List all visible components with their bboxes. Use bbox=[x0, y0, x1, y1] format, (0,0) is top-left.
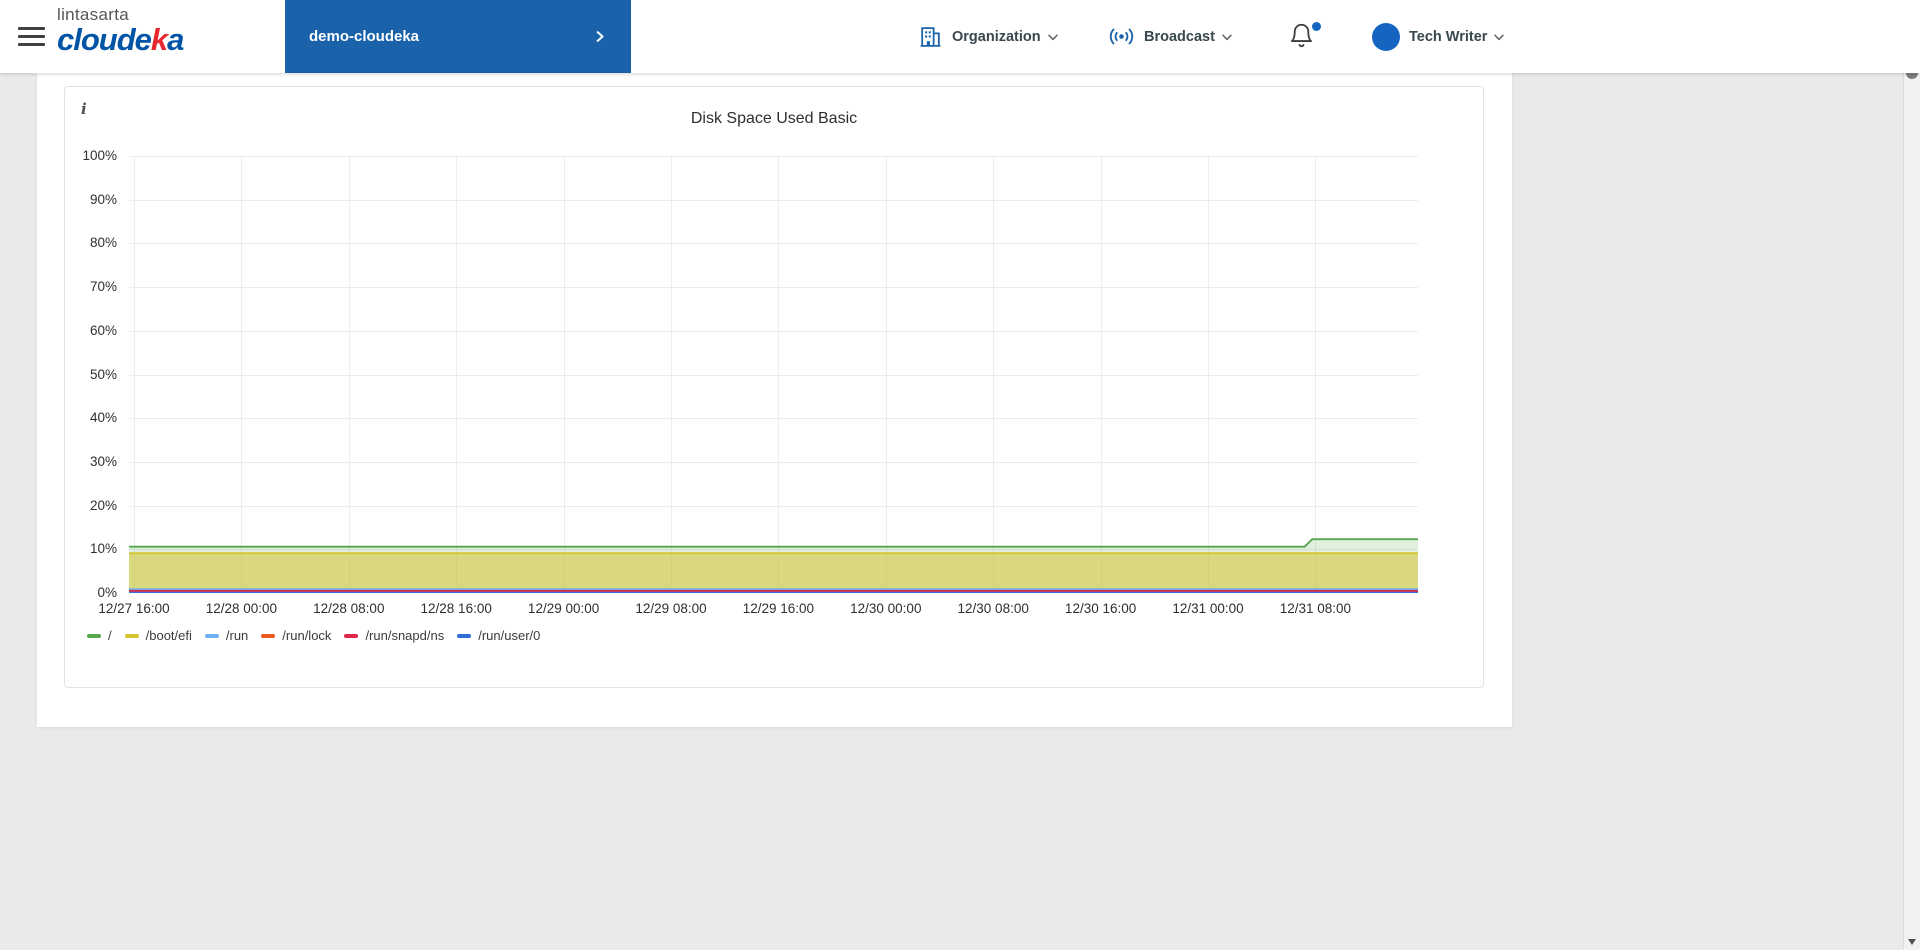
x-tick-label: 12/31 00:00 bbox=[1172, 601, 1243, 616]
notification-dot bbox=[1312, 22, 1321, 31]
legend-label: /run/snapd/ns bbox=[365, 628, 444, 643]
organization-menu[interactable]: Organization bbox=[918, 0, 1060, 73]
scrollbar[interactable] bbox=[1903, 0, 1920, 950]
series-line-/ bbox=[129, 539, 1418, 547]
legend-item-/[interactable]: / bbox=[87, 628, 112, 643]
y-tick-label: 100% bbox=[65, 148, 117, 163]
legend-label: /boot/efi bbox=[146, 628, 192, 643]
y-tick-label: 0% bbox=[65, 585, 117, 600]
legend-swatch bbox=[261, 634, 275, 638]
x-axis: 12/27 16:0012/28 00:0012/28 08:0012/28 1… bbox=[129, 601, 1418, 621]
legend-swatch bbox=[344, 634, 358, 638]
legend-label: /run/lock bbox=[282, 628, 331, 643]
y-tick-label: 30% bbox=[65, 454, 117, 469]
legend-swatch bbox=[205, 634, 219, 638]
bell-icon bbox=[1288, 22, 1315, 50]
legend-item-/boot/efi[interactable]: /boot/efi bbox=[125, 628, 192, 643]
chart-svg bbox=[129, 156, 1418, 593]
broadcast-icon bbox=[1108, 24, 1135, 49]
chevron-down-icon bbox=[1046, 30, 1060, 44]
notifications-button[interactable] bbox=[1288, 22, 1324, 52]
chart-title: Disk Space Used Basic bbox=[65, 110, 1483, 128]
x-tick-label: 12/29 16:00 bbox=[743, 601, 814, 616]
x-tick-label: 12/30 16:00 bbox=[1065, 601, 1136, 616]
legend-label: /run bbox=[226, 628, 248, 643]
brand-k-red: k bbox=[151, 22, 167, 57]
x-tick-label: 12/28 16:00 bbox=[421, 601, 492, 616]
y-tick-label: 20% bbox=[65, 498, 117, 513]
chart-plot-area[interactable] bbox=[129, 156, 1418, 593]
x-tick-label: 12/30 08:00 bbox=[958, 601, 1029, 616]
y-tick-label: 80% bbox=[65, 235, 117, 250]
y-tick-label: 90% bbox=[65, 192, 117, 207]
app-header: lintasarta cloudeka demo-cloudeka Organi… bbox=[0, 0, 1920, 73]
user-name: Tech Writer bbox=[1409, 29, 1487, 45]
y-tick-label: 50% bbox=[65, 367, 117, 382]
legend-item-/run/snapd/ns[interactable]: /run/snapd/ns bbox=[344, 628, 444, 643]
x-tick-label: 12/27 16:00 bbox=[98, 601, 169, 616]
y-tick-label: 70% bbox=[65, 279, 117, 294]
x-tick-label: 12/29 08:00 bbox=[635, 601, 706, 616]
project-name: demo-cloudeka bbox=[309, 28, 419, 45]
content-panel: i Disk Space Used Basic 0%10%20%30%40%50… bbox=[37, 73, 1512, 727]
legend-item-/run/user/0[interactable]: /run/user/0 bbox=[457, 628, 540, 643]
y-tick-label: 10% bbox=[65, 541, 117, 556]
menu-icon[interactable] bbox=[18, 27, 45, 47]
legend-item-/run[interactable]: /run bbox=[205, 628, 248, 643]
project-selector-button[interactable]: demo-cloudeka bbox=[285, 0, 631, 73]
legend-label: /run/user/0 bbox=[478, 628, 540, 643]
chevron-down-icon bbox=[1492, 30, 1506, 44]
avatar bbox=[1372, 23, 1400, 51]
series-area-/boot/efi bbox=[129, 553, 1418, 593]
x-tick-label: 12/28 00:00 bbox=[206, 601, 277, 616]
organization-label: Organization bbox=[952, 29, 1041, 45]
chevron-down-icon bbox=[1220, 30, 1234, 44]
chart-card: i Disk Space Used Basic 0%10%20%30%40%50… bbox=[64, 86, 1484, 688]
chevron-right-icon bbox=[592, 29, 607, 44]
x-tick-label: 12/31 08:00 bbox=[1280, 601, 1351, 616]
user-menu[interactable]: Tech Writer bbox=[1372, 0, 1506, 73]
chart-legend: / /boot/efi/run/run/lock/run/snapd/ns/run… bbox=[87, 628, 540, 643]
y-tick-label: 60% bbox=[65, 323, 117, 338]
brand-cloudeka: cloudeka bbox=[57, 24, 183, 57]
x-tick-label: 12/30 00:00 bbox=[850, 601, 921, 616]
legend-item-/run/lock[interactable]: /run/lock bbox=[261, 628, 331, 643]
scroll-down-arrow[interactable] bbox=[1904, 933, 1920, 950]
organization-icon bbox=[918, 24, 943, 49]
legend-swatch bbox=[87, 634, 101, 638]
legend-swatch bbox=[457, 634, 471, 638]
y-tick-label: 40% bbox=[65, 410, 117, 425]
broadcast-label: Broadcast bbox=[1144, 29, 1215, 45]
x-tick-label: 12/28 08:00 bbox=[313, 601, 384, 616]
x-tick-label: 12/29 00:00 bbox=[528, 601, 599, 616]
broadcast-menu[interactable]: Broadcast bbox=[1108, 0, 1234, 73]
brand-logo[interactable]: lintasarta cloudeka bbox=[57, 6, 183, 56]
legend-label: / bbox=[108, 628, 112, 643]
legend-swatch bbox=[125, 634, 139, 638]
y-axis: 0%10%20%30%40%50%60%70%80%90%100% bbox=[65, 156, 117, 593]
page: lintasarta cloudeka demo-cloudeka Organi… bbox=[0, 0, 1920, 950]
